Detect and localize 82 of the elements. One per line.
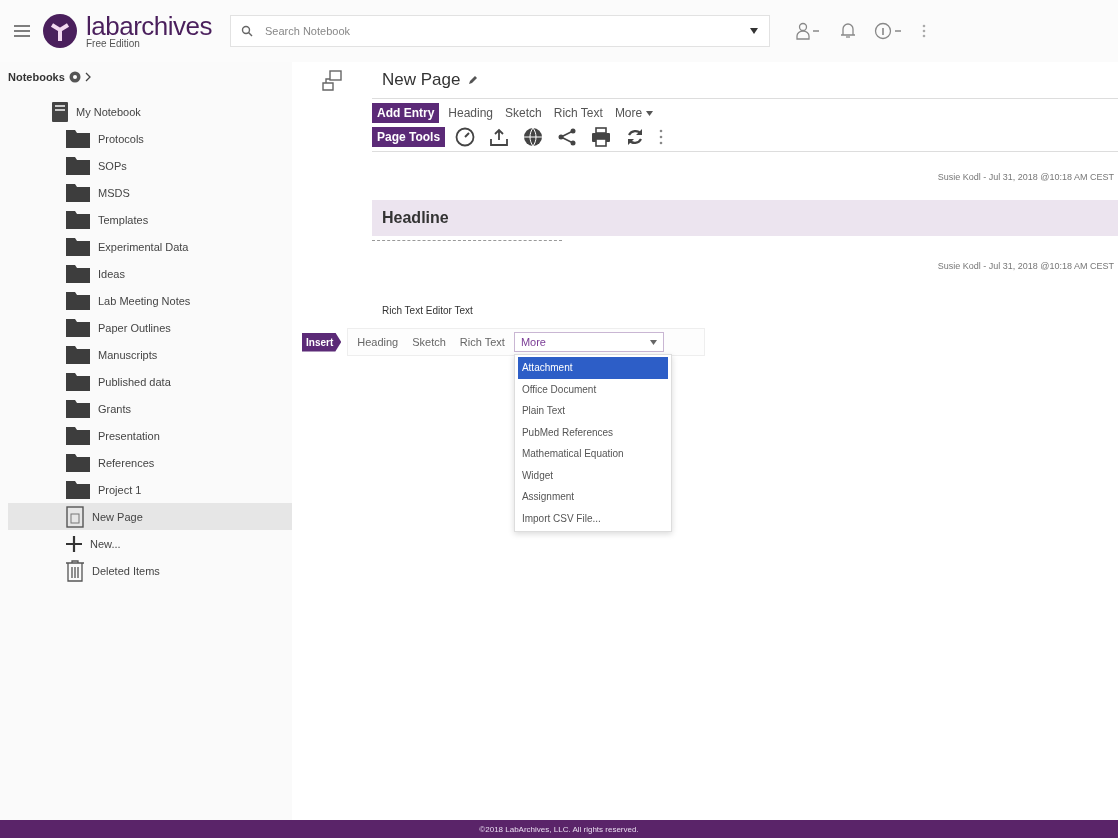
menu-item[interactable]: Mathematical Equation: [517, 443, 668, 465]
folder-icon: [66, 426, 90, 445]
page-tools-label: Page Tools: [372, 127, 446, 147]
sidebar-item[interactable]: Presentation: [8, 422, 292, 449]
sidebar-item[interactable]: Deleted Items: [8, 557, 292, 584]
sidebar-item[interactable]: Protocols: [8, 125, 292, 152]
sidebar-title: Notebooks: [8, 71, 65, 83]
plus-icon: [66, 535, 82, 552]
folder-icon: [66, 210, 90, 229]
menu-item[interactable]: Assignment: [517, 486, 668, 508]
notebook-item[interactable]: My Notebook: [8, 98, 292, 125]
sidebar-item[interactable]: Grants: [8, 395, 292, 422]
sidebar-item[interactable]: New Page: [8, 503, 292, 530]
insert-option[interactable]: Rich Text: [454, 336, 510, 348]
caret-icon[interactable]: [750, 28, 758, 34]
globe-icon[interactable]: [523, 127, 544, 147]
copyright-text: ©2018 LabArchives, LLC. All rights reserved.: [479, 824, 639, 834]
folder-icon: [66, 156, 90, 175]
trash-icon: [66, 559, 84, 582]
folder-icon: [66, 129, 90, 148]
gauge-icon[interactable]: [455, 127, 476, 147]
sidebar-item[interactable]: Published data: [8, 368, 292, 395]
bell-icon[interactable]: [840, 22, 856, 40]
folder-icon: [66, 318, 90, 337]
folder-icon: [66, 480, 90, 499]
add-entry-option[interactable]: Rich Text: [550, 106, 606, 120]
sidebar-item[interactable]: New...: [8, 530, 292, 557]
menu-item[interactable]: Attachment: [517, 357, 668, 379]
notebook-icon: [52, 101, 68, 122]
entry-text: Rich Text Editor Text: [381, 304, 474, 316]
entry-meta: Susie Kodl - Jul 31, 2018 @10:18 AM CEST: [936, 260, 1115, 271]
folder-icon: [66, 237, 90, 256]
sidebar-item[interactable]: Manuscripts: [8, 341, 292, 368]
folder-icon: [66, 345, 90, 364]
sidebar-item[interactable]: References: [8, 449, 292, 476]
user-icon[interactable]: [796, 22, 822, 40]
logo-name: labarchives: [86, 13, 212, 39]
pencil-icon[interactable]: [468, 75, 479, 85]
add-entry-option[interactable]: More: [611, 106, 657, 120]
pages-icon[interactable]: [321, 70, 343, 92]
info-icon[interactable]: [874, 22, 904, 40]
sidebar-item[interactable]: Experimental Data: [8, 233, 292, 260]
sidebar-item[interactable]: Project 1: [8, 476, 292, 503]
add-entry-option[interactable]: Heading: [445, 106, 497, 120]
heading-text: Headline: [382, 209, 449, 227]
add-entry-option[interactable]: Sketch: [502, 106, 545, 120]
search-field[interactable]: Search Notebook: [230, 15, 770, 47]
folder-icon: [66, 291, 90, 310]
menu-item[interactable]: Office Document: [517, 378, 668, 400]
menu-item[interactable]: Widget: [517, 464, 668, 486]
sidebar-item[interactable]: MSDS: [8, 179, 292, 206]
settings-icon[interactable]: [68, 71, 81, 83]
chevron-icon[interactable]: [84, 72, 91, 82]
folder-icon: [66, 372, 90, 391]
folder-icon: [66, 183, 90, 202]
folder-icon: [66, 453, 90, 472]
menu-item[interactable]: Plain Text: [517, 400, 668, 422]
share-icon[interactable]: [557, 127, 578, 147]
print-icon[interactable]: [591, 127, 612, 147]
entry-meta: Susie Kodl - Jul 31, 2018 @10:18 AM CEST: [936, 171, 1115, 182]
add-entry-label: Add Entry: [372, 103, 440, 123]
logo-icon: [42, 13, 78, 49]
menu-item[interactable]: PubMed References: [517, 421, 668, 443]
insert-label: Insert: [302, 332, 342, 352]
more-select[interactable]: More: [513, 332, 664, 352]
more-icon[interactable]: [659, 129, 664, 145]
sidebar-item[interactable]: Ideas: [8, 260, 292, 287]
sidebar-item[interactable]: SOPs: [8, 152, 292, 179]
caret-icon: [646, 110, 654, 116]
page-title: New Page: [382, 70, 461, 90]
page-icon: [66, 505, 84, 528]
folder-icon: [66, 264, 90, 283]
sidebar-item[interactable]: Paper Outlines: [8, 314, 292, 341]
insert-option[interactable]: Sketch: [407, 336, 451, 348]
sidebar-item[interactable]: Lab Meeting Notes: [8, 287, 292, 314]
folder-icon: [66, 399, 90, 418]
upload-icon[interactable]: [489, 127, 510, 147]
edition-label: Free Edition: [86, 39, 141, 49]
menu-item[interactable]: Import CSV File...: [517, 507, 668, 529]
sidebar-item[interactable]: Templates: [8, 206, 292, 233]
caret-icon: [649, 339, 657, 345]
insert-option[interactable]: Heading: [352, 336, 404, 348]
